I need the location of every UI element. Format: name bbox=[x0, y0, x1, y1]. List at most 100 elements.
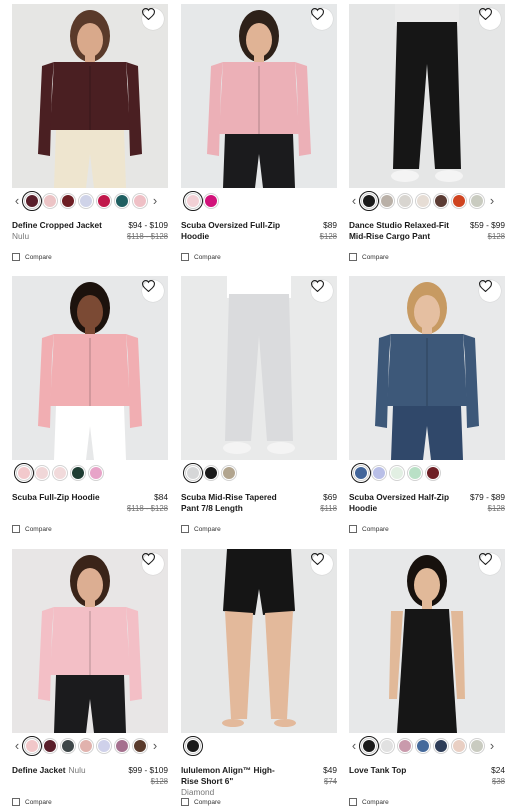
wishlist-heart-button[interactable] bbox=[311, 553, 333, 575]
checkbox-icon[interactable] bbox=[181, 253, 189, 261]
color-swatch[interactable] bbox=[114, 193, 130, 209]
color-swatch[interactable] bbox=[42, 738, 58, 754]
color-swatch[interactable] bbox=[88, 465, 104, 481]
color-swatch[interactable] bbox=[433, 738, 449, 754]
product-card[interactable]: ‹ › Define Cropped Jacket Nulu $94 - $109 $11… bbox=[12, 4, 168, 266]
product-name-link[interactable]: Scuba Oversized Half-Zip Hoodie bbox=[349, 492, 457, 514]
wishlist-heart-button[interactable] bbox=[142, 553, 164, 575]
wishlist-heart-button[interactable] bbox=[479, 8, 501, 30]
color-swatch[interactable] bbox=[351, 463, 371, 483]
product-name-link[interactable]: Love Tank Top bbox=[349, 765, 457, 776]
color-swatch[interactable] bbox=[132, 738, 148, 754]
product-image[interactable] bbox=[181, 549, 337, 733]
product-name-link[interactable]: Define Jacket Nulu bbox=[12, 765, 120, 776]
swatch-next-arrow-icon[interactable]: › bbox=[487, 738, 497, 754]
color-swatch[interactable] bbox=[60, 193, 76, 209]
color-swatch[interactable] bbox=[451, 738, 467, 754]
color-swatch[interactable] bbox=[132, 193, 148, 209]
product-image[interactable] bbox=[181, 4, 337, 188]
compare-checkbox[interactable]: Compare bbox=[181, 251, 221, 263]
color-swatch[interactable] bbox=[389, 465, 405, 481]
color-swatch[interactable] bbox=[451, 193, 467, 209]
product-card[interactable]: ‹ › Dance Studio Relaxed-Fit Mid-Rise Carg… bbox=[349, 4, 505, 266]
checkbox-icon[interactable] bbox=[349, 253, 357, 261]
wishlist-heart-button[interactable] bbox=[142, 8, 164, 30]
product-name-link[interactable]: lululemon Align™ High-Rise Short 6" Diamo… bbox=[181, 765, 289, 798]
compare-checkbox[interactable]: Compare bbox=[181, 796, 221, 808]
product-image[interactable] bbox=[349, 4, 505, 188]
product-card[interactable]: Scuba Oversized Full-Zip Hoodie $89 $128 Co… bbox=[181, 4, 337, 266]
swatch-next-arrow-icon[interactable]: › bbox=[150, 193, 160, 209]
wishlist-heart-button[interactable] bbox=[479, 280, 501, 302]
color-swatch[interactable] bbox=[407, 465, 423, 481]
swatch-prev-arrow-icon[interactable]: ‹ bbox=[12, 738, 22, 754]
color-swatch[interactable] bbox=[203, 193, 219, 209]
product-name-link[interactable]: Dance Studio Relaxed-Fit Mid-Rise Cargo … bbox=[349, 220, 457, 242]
color-swatch[interactable] bbox=[469, 193, 485, 209]
product-name-link[interactable]: Scuba Full-Zip Hoodie bbox=[12, 492, 120, 503]
color-swatch[interactable] bbox=[78, 738, 94, 754]
product-card[interactable]: ‹ › Define Jacket Nulu $99 - $109 $128 Compare bbox=[12, 549, 168, 810]
color-swatch[interactable] bbox=[183, 463, 203, 483]
product-image[interactable] bbox=[12, 549, 168, 733]
checkbox-icon[interactable] bbox=[12, 798, 20, 806]
color-swatch[interactable] bbox=[359, 191, 379, 211]
swatch-prev-arrow-icon[interactable]: ‹ bbox=[349, 738, 359, 754]
color-swatch[interactable] bbox=[60, 738, 76, 754]
color-swatch[interactable] bbox=[415, 193, 431, 209]
color-swatch[interactable] bbox=[52, 465, 68, 481]
color-swatch[interactable] bbox=[425, 465, 441, 481]
compare-checkbox[interactable]: Compare bbox=[12, 796, 52, 808]
compare-checkbox[interactable]: Compare bbox=[349, 251, 389, 263]
checkbox-icon[interactable] bbox=[12, 253, 20, 261]
color-swatch[interactable] bbox=[114, 738, 130, 754]
product-name-link[interactable]: Define Cropped Jacket Nulu bbox=[12, 220, 120, 242]
color-swatch[interactable] bbox=[70, 465, 86, 481]
product-card[interactable]: Scuba Mid-Rise Tapered Pant 7/8 Length $6… bbox=[181, 276, 337, 538]
compare-checkbox[interactable]: Compare bbox=[181, 523, 221, 535]
checkbox-icon[interactable] bbox=[349, 525, 357, 533]
color-swatch[interactable] bbox=[183, 191, 203, 211]
color-swatch[interactable] bbox=[379, 738, 395, 754]
color-swatch[interactable] bbox=[433, 193, 449, 209]
checkbox-icon[interactable] bbox=[349, 798, 357, 806]
wishlist-heart-button[interactable] bbox=[311, 280, 333, 302]
color-swatch[interactable] bbox=[371, 465, 387, 481]
checkbox-icon[interactable] bbox=[181, 798, 189, 806]
swatch-next-arrow-icon[interactable]: › bbox=[487, 193, 497, 209]
color-swatch[interactable] bbox=[359, 736, 379, 756]
color-swatch[interactable] bbox=[379, 193, 395, 209]
product-card[interactable]: lululemon Align™ High-Rise Short 6" Diamo… bbox=[181, 549, 337, 810]
product-name-link[interactable]: Scuba Mid-Rise Tapered Pant 7/8 Length bbox=[181, 492, 289, 514]
swatch-prev-arrow-icon[interactable]: ‹ bbox=[12, 193, 22, 209]
swatch-prev-arrow-icon[interactable]: ‹ bbox=[349, 193, 359, 209]
color-swatch[interactable] bbox=[415, 738, 431, 754]
product-image[interactable] bbox=[12, 276, 168, 460]
wishlist-heart-button[interactable] bbox=[311, 8, 333, 30]
wishlist-heart-button[interactable] bbox=[142, 280, 164, 302]
product-card[interactable]: Scuba Full-Zip Hoodie $84 $118 - $128 Compa… bbox=[12, 276, 168, 538]
checkbox-icon[interactable] bbox=[181, 525, 189, 533]
color-swatch[interactable] bbox=[42, 193, 58, 209]
color-swatch[interactable] bbox=[183, 736, 203, 756]
product-image[interactable] bbox=[349, 549, 505, 733]
color-swatch[interactable] bbox=[78, 193, 94, 209]
color-swatch[interactable] bbox=[14, 463, 34, 483]
color-swatch[interactable] bbox=[397, 193, 413, 209]
compare-checkbox[interactable]: Compare bbox=[349, 796, 389, 808]
product-image[interactable] bbox=[349, 276, 505, 460]
product-image[interactable] bbox=[12, 4, 168, 188]
color-swatch[interactable] bbox=[96, 193, 112, 209]
color-swatch[interactable] bbox=[96, 738, 112, 754]
product-image[interactable] bbox=[181, 276, 337, 460]
swatch-next-arrow-icon[interactable]: › bbox=[150, 738, 160, 754]
compare-checkbox[interactable]: Compare bbox=[12, 251, 52, 263]
product-card[interactable]: ‹ › Love Tank Top $24 $38 Compare bbox=[349, 549, 505, 810]
checkbox-icon[interactable] bbox=[12, 525, 20, 533]
compare-checkbox[interactable]: Compare bbox=[349, 523, 389, 535]
color-swatch[interactable] bbox=[34, 465, 50, 481]
product-name-link[interactable]: Scuba Oversized Full-Zip Hoodie bbox=[181, 220, 289, 242]
compare-checkbox[interactable]: Compare bbox=[12, 523, 52, 535]
wishlist-heart-button[interactable] bbox=[479, 553, 501, 575]
color-swatch[interactable] bbox=[397, 738, 413, 754]
